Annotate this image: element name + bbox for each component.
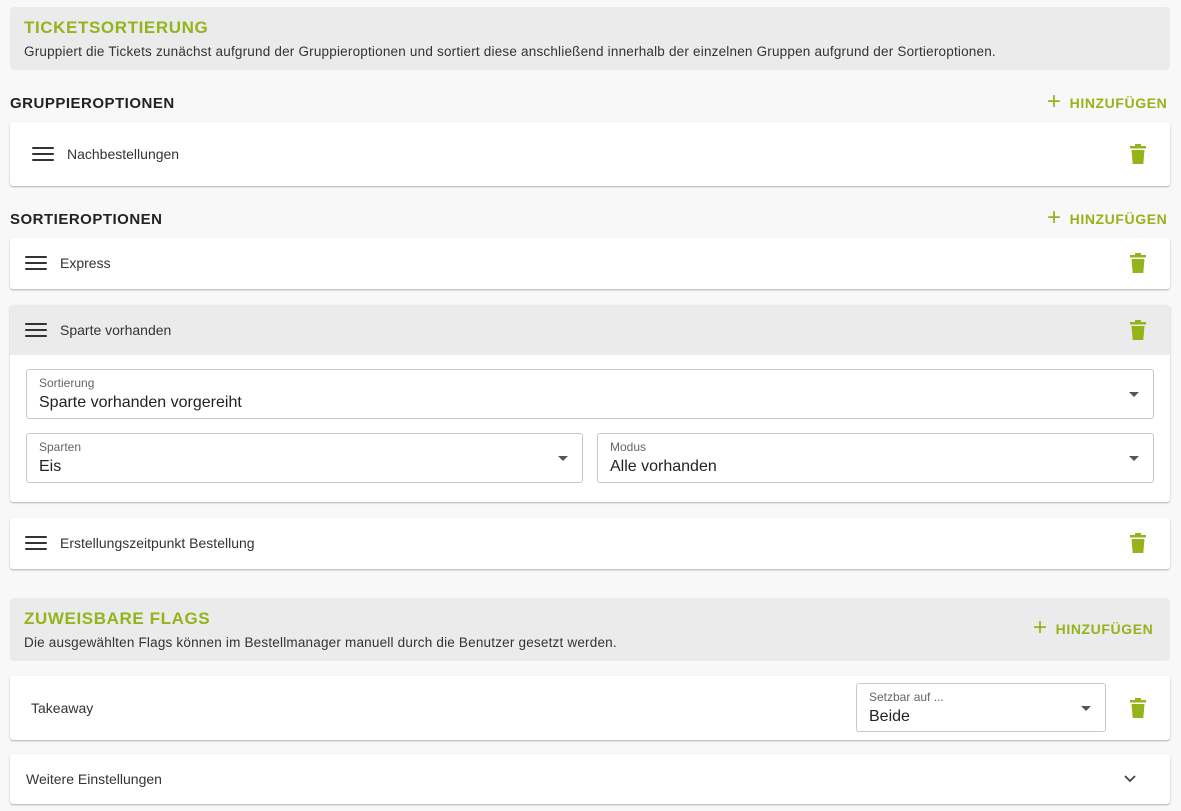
add-group-option-button[interactable]: + HINZUFÜGEN (1047, 88, 1168, 115)
group-option-label: Nachbestellungen (67, 146, 180, 162)
add-flag-button[interactable]: + HINZUFÜGEN (1033, 614, 1154, 641)
divisions-select-value: Eis (39, 458, 62, 475)
add-group-option-label: HINZUFÜGEN (1069, 95, 1168, 111)
trash-icon[interactable] (1130, 698, 1146, 718)
divisions-select-label: Sparten (39, 440, 82, 454)
plus-icon: + (1047, 204, 1062, 231)
sort-option-label: Erstellungszeitpunkt Bestellung (60, 535, 255, 551)
drag-handle-icon[interactable] (25, 256, 47, 270)
plus-icon: + (1047, 88, 1062, 115)
sort-option-label: Sparte vorhanden (60, 322, 172, 338)
flags-header: ZUWEISBARE FLAGS Die ausgewählten Flags … (10, 598, 1170, 661)
ticket-sorting-description: Gruppiert die Tickets zunächst aufgrund … (24, 44, 996, 59)
drag-handle-icon[interactable] (32, 147, 54, 161)
drag-handle-icon[interactable] (25, 536, 47, 550)
mode-select[interactable]: Modus Alle vorhanden (597, 433, 1154, 483)
caret-down-icon (558, 456, 568, 461)
sorting-select-value: Sparte vorhanden vorgereiht (39, 394, 242, 411)
sorting-select-label: Sortierung (39, 376, 95, 390)
caret-down-icon (1081, 706, 1091, 711)
group-option-item: Nachbestellungen (10, 122, 1170, 186)
mode-select-label: Modus (610, 440, 647, 454)
plus-icon: + (1033, 614, 1048, 641)
flags-description: Die ausgewählten Flags können im Bestell… (24, 635, 617, 650)
sort-option-label: Express (60, 255, 111, 271)
flags-title: ZUWEISBARE FLAGS (24, 609, 211, 628)
flag-label: Takeaway (31, 700, 94, 716)
mode-select-value: Alle vorhanden (610, 458, 717, 475)
sort-options-heading: SORTIEROPTIONEN (10, 211, 163, 228)
trash-icon[interactable] (1130, 144, 1146, 164)
add-sort-option-label: HINZUFÜGEN (1069, 211, 1168, 227)
add-sort-option-button[interactable]: + HINZUFÜGEN (1047, 204, 1168, 231)
sorting-select[interactable]: Sortierung Sparte vorhanden vorgereiht (26, 369, 1154, 419)
settable-on-select-value: Beide (869, 708, 910, 725)
sort-option-item-division: Sparte vorhanden Sortierung Sparte vorha… (10, 305, 1170, 502)
sort-option-item-express: Express (10, 238, 1170, 289)
settable-on-select-label: Setzbar auf ... (869, 690, 944, 704)
trash-icon[interactable] (1130, 253, 1146, 273)
caret-down-icon (1129, 392, 1139, 397)
settable-on-select[interactable]: Setzbar auf ... Beide (856, 683, 1106, 732)
sort-option-expanded-header[interactable]: Sparte vorhanden (10, 305, 1170, 355)
more-settings-panel[interactable]: Weitere Einstellungen (10, 754, 1170, 804)
trash-icon[interactable] (1130, 320, 1146, 340)
caret-down-icon (1129, 456, 1139, 461)
more-settings-label: Weitere Einstellungen (26, 771, 162, 787)
trash-icon[interactable] (1130, 533, 1146, 553)
ticket-sorting-header: TICKETSORTIERUNG Gruppiert die Tickets z… (10, 7, 1170, 70)
ticket-sorting-title: TICKETSORTIERUNG (24, 18, 209, 37)
sort-option-item-creation-time: Erstellungszeitpunkt Bestellung (10, 518, 1170, 569)
chevron-down-icon[interactable] (1123, 772, 1137, 786)
group-options-heading: GRUPPIEROPTIONEN (10, 95, 175, 112)
divisions-select[interactable]: Sparten Eis (26, 433, 583, 483)
drag-handle-icon[interactable] (25, 323, 47, 337)
add-flag-label: HINZUFÜGEN (1055, 621, 1154, 637)
flag-item: Takeaway Setzbar auf ... Beide (10, 676, 1170, 740)
